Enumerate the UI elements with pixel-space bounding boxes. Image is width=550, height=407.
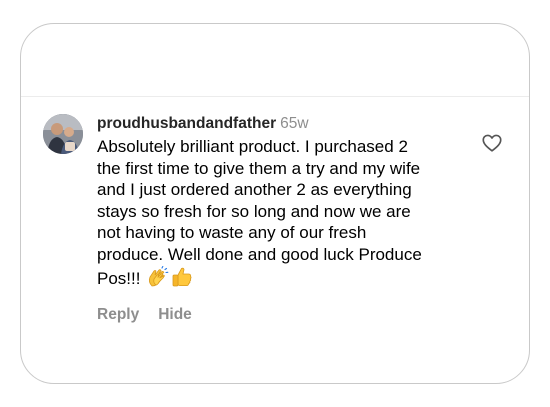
comment-line: Absolutely brilliant product. I purchase… (97, 137, 408, 156)
comment-line-last: Pos!!! (97, 265, 457, 294)
avatar[interactable] (43, 114, 83, 154)
comment-header: proudhusbandandfather 65w (97, 114, 457, 134)
username[interactable]: proudhusbandandfather (97, 115, 276, 132)
avatar-image (43, 114, 83, 154)
divider (21, 96, 529, 97)
comment-line: stays so fresh for so long and now we ar… (97, 201, 411, 221)
comment-card: proudhusbandandfather 65w Absolutely bril… (20, 23, 530, 384)
reply-button[interactable]: Reply (97, 306, 139, 323)
comment-actions: Reply Hide (97, 306, 457, 324)
thumbs-up-icon (171, 266, 193, 294)
comment-line: and I just ordered another 2 as everythi… (97, 180, 412, 200)
comment-line: the first time to give them a try and my… (97, 158, 421, 178)
comment-line: produce. Well done and good luck Produce (97, 244, 422, 264)
comment: proudhusbandandfather 65w Absolutely bril… (97, 114, 457, 324)
comment-line: not having to waste any of our fresh (97, 223, 367, 243)
timestamp[interactable]: 65w (280, 115, 308, 132)
hide-button[interactable]: Hide (158, 306, 192, 323)
heart-outline-icon[interactable] (481, 132, 503, 154)
clapping-hands-icon (147, 265, 169, 294)
comment-line: Pos!!! (97, 268, 141, 288)
comment-text: Absolutely brilliant product. I purchase… (97, 136, 457, 293)
